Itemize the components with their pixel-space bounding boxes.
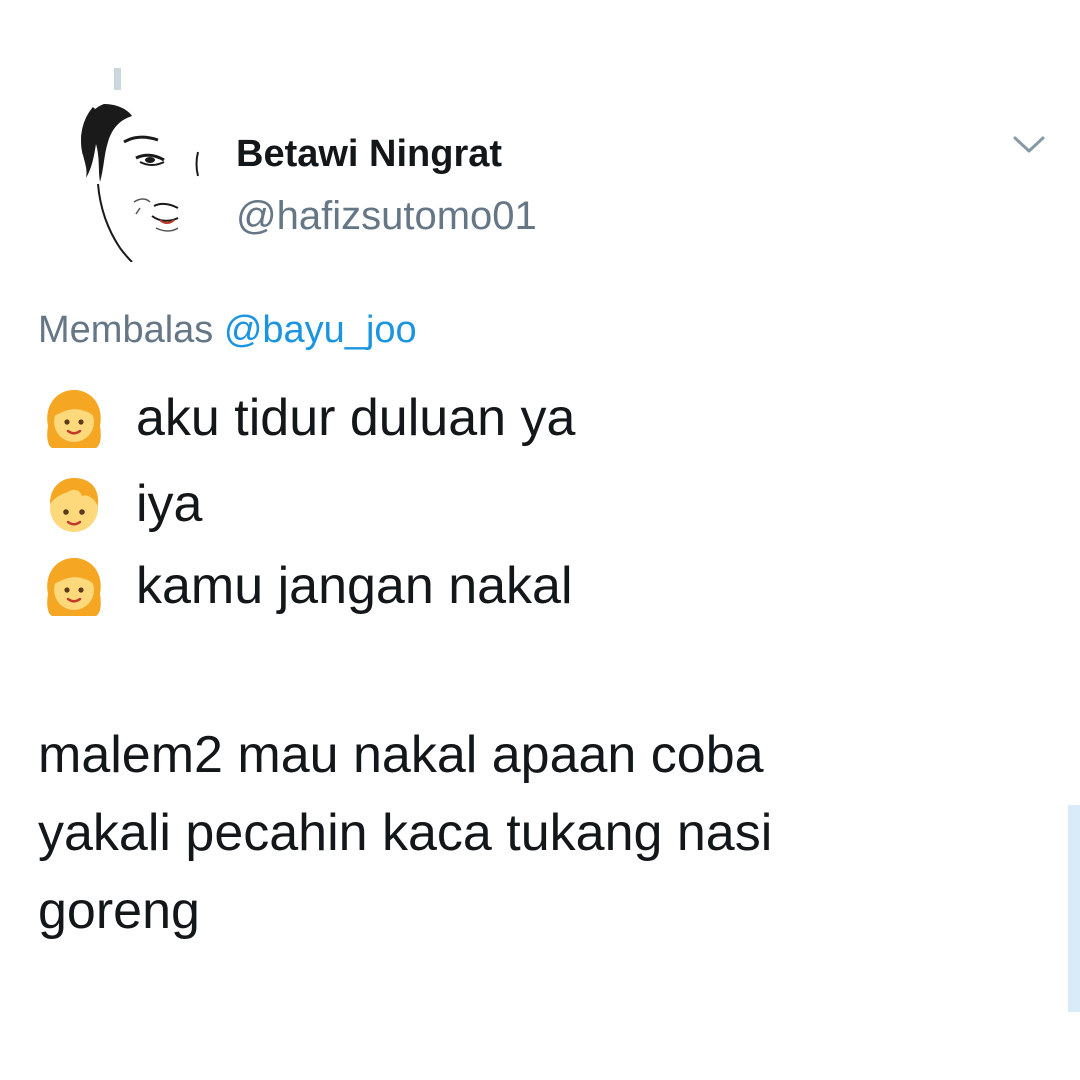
caption-line: yakali pecahin kaca tukang nasi	[38, 804, 773, 862]
chevron-down-icon	[1013, 136, 1045, 153]
caption-line: malem2 mau nakal apaan coba	[38, 726, 764, 784]
caption-line: goreng	[38, 882, 200, 940]
display-name[interactable]: Betawi Ningrat	[236, 128, 502, 180]
tweet-menu-button[interactable]	[1006, 128, 1052, 162]
reply-prefix: Membalas	[38, 309, 224, 351]
conversation-line: aku tidur duluan ya	[38, 380, 575, 456]
user-handle[interactable]: @hafizsutomo01	[236, 190, 537, 242]
conversation-line: kamu jangan nakal	[38, 548, 573, 624]
reply-mention-link[interactable]: @bayu_joo	[224, 309, 417, 351]
conversation-text: kamu jangan nakal	[136, 557, 573, 615]
girl-emoji-icon	[47, 390, 101, 448]
thread-connector-line	[114, 68, 121, 90]
tweet-card: Betawi Ningrat @hafizsutomo01 Membalas @…	[0, 0, 1080, 1080]
reply-context: Membalas @bayu_joo	[38, 305, 417, 355]
tweet-caption: malem2 mau nakal apaan coba yakali pecah…	[38, 716, 1028, 950]
scroll-indicator[interactable]	[1068, 805, 1080, 1012]
boy-emoji-icon	[50, 478, 99, 532]
conversation-text: aku tidur duluan ya	[136, 389, 576, 447]
girl-emoji-icon	[47, 558, 101, 616]
avatar[interactable]	[74, 98, 216, 262]
conversation-line: iya	[38, 466, 202, 542]
conversation-text: iya	[136, 475, 203, 533]
